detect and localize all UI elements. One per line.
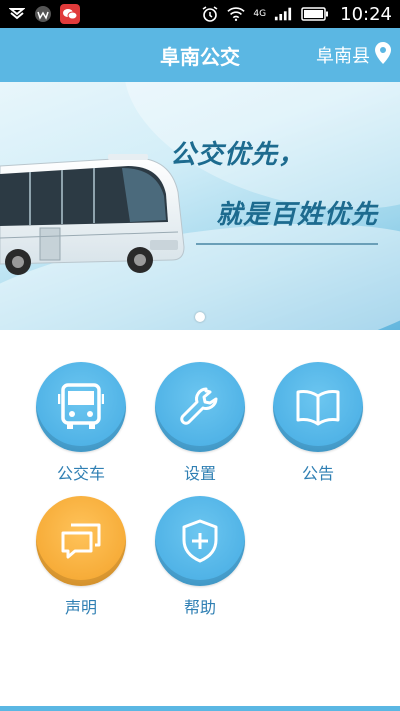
chat-bubbles-icon xyxy=(61,523,101,559)
shield-plus-icon xyxy=(182,519,218,563)
menu-item-bus[interactable]: 公交车 xyxy=(26,362,136,484)
menu-item-statement-circle[interactable] xyxy=(36,496,126,586)
menu-item-statement[interactable]: 声明 xyxy=(26,496,136,618)
menu-item-bus-circle[interactable] xyxy=(36,362,126,452)
menu-grid: 公交车 设置 公告 声明 帮助 xyxy=(0,330,400,706)
status-bar-right: 4G 10:24 xyxy=(201,4,392,25)
banner-slogan-2: 就是百姓优先 xyxy=(216,200,379,230)
status-bar: 4G 10:24 xyxy=(0,0,400,28)
app-header: 阜南公交 阜南县 xyxy=(0,28,400,82)
menu-item-help[interactable]: 帮助 xyxy=(145,496,255,618)
status-bar-left xyxy=(8,4,80,24)
menu-item-label: 设置 xyxy=(183,464,216,483)
alarm-icon xyxy=(201,5,219,23)
battery-icon xyxy=(300,5,330,23)
wechat-icon xyxy=(60,4,80,24)
book-icon xyxy=(296,390,340,426)
wrench-icon xyxy=(180,387,218,425)
wifi-icon xyxy=(227,5,246,23)
location-label: 阜南县 xyxy=(316,46,370,67)
network-type: 4G xyxy=(253,9,267,19)
location-selector[interactable]: 阜南县 xyxy=(316,28,392,82)
signal-icon xyxy=(274,5,292,23)
menu-item-label: 帮助 xyxy=(183,598,216,617)
promo-banner[interactable]: 公交优先， 就是百姓优先 xyxy=(0,82,400,330)
wallpaper-icon xyxy=(34,5,52,23)
bottom-divider xyxy=(0,706,400,711)
location-pin-icon xyxy=(374,41,392,70)
menu-item-notice[interactable]: 公告 xyxy=(263,362,373,484)
bus-icon xyxy=(58,383,104,429)
menu-item-help-circle[interactable] xyxy=(155,496,245,586)
status-time: 10:24 xyxy=(340,3,392,25)
menu-item-label: 公告 xyxy=(301,464,334,483)
menu-item-label: 公交车 xyxy=(56,464,105,483)
menu-item-notice-circle[interactable] xyxy=(273,362,363,452)
bus-illustration xyxy=(0,154,185,275)
page-title: 阜南公交 xyxy=(160,44,240,69)
banner-slogan-1: 公交优先， xyxy=(170,140,306,170)
banner-divider xyxy=(196,243,378,245)
menu-item-settings-circle[interactable] xyxy=(155,362,245,452)
banner-pager-dot[interactable] xyxy=(195,312,205,322)
menu-item-label: 声明 xyxy=(64,598,97,617)
menu-item-settings[interactable]: 设置 xyxy=(145,362,255,484)
notification-icon xyxy=(8,5,26,23)
